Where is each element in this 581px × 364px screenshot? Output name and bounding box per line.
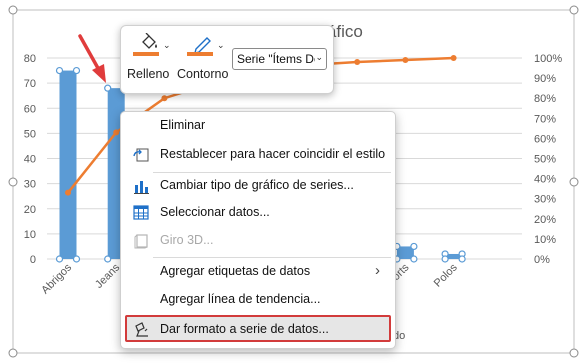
bar[interactable] bbox=[59, 70, 77, 259]
line-marker[interactable] bbox=[450, 55, 457, 61]
line-marker[interactable] bbox=[161, 95, 168, 102]
bar-selection-handle[interactable] bbox=[72, 255, 81, 263]
y-right-tick-label: 100% bbox=[534, 53, 562, 65]
menu-item-change-chart-type[interactable]: Cambiar tipo de gráfico de series... bbox=[121, 174, 395, 198]
y-left-tick-label: 30 bbox=[24, 179, 36, 191]
menu-item-label: Agregar línea de tendencia... bbox=[160, 292, 321, 306]
line-marker[interactable] bbox=[113, 129, 120, 136]
line-marker[interactable] bbox=[402, 57, 409, 64]
outline-dropdown-caret[interactable]: ⌄ bbox=[217, 40, 225, 51]
resize-handle-bottom-right[interactable] bbox=[569, 348, 579, 358]
y-right-tick-label: 70% bbox=[534, 113, 556, 125]
rotation-3d-icon bbox=[134, 234, 148, 249]
menu-item-label: Eliminar bbox=[160, 118, 206, 132]
menu-item-label: Giro 3D... bbox=[160, 233, 214, 247]
menu-item-label: Restablecer para hacer coincidir el esti… bbox=[160, 147, 386, 161]
bar-selection-handle[interactable] bbox=[458, 255, 466, 263]
y-right-tick-label: 60% bbox=[534, 133, 556, 145]
y-left-tick-label: 10 bbox=[24, 229, 36, 241]
y-right-tick-label: 40% bbox=[534, 174, 556, 186]
menu-item-add-trendline[interactable]: Agregar línea de tendencia... bbox=[121, 288, 395, 312]
bar-selection-handle[interactable] bbox=[410, 255, 418, 263]
resize-handle-top-right[interactable] bbox=[569, 5, 579, 15]
menu-item-add-data-labels[interactable]: Agregar etiquetas de datos › bbox=[121, 260, 395, 284]
submenu-arrow-icon: › bbox=[375, 262, 380, 279]
bar-selection-handle[interactable] bbox=[55, 66, 64, 75]
menu-item-format-data-series[interactable]: Dar formato a serie de datos... bbox=[125, 315, 391, 342]
bar-selection-handle[interactable] bbox=[72, 66, 81, 75]
series-selector-dropdown[interactable]: Serie "Ítems De ⌄ bbox=[232, 48, 327, 70]
outline-button[interactable]: ⌄ Contorno bbox=[177, 31, 229, 87]
outline-color-swatch bbox=[187, 52, 213, 56]
y-left-tick-label: 80 bbox=[24, 53, 36, 65]
bar-selection-handle[interactable] bbox=[104, 255, 112, 263]
y-left-tick-label: 0 bbox=[30, 254, 36, 266]
change-chart-type-icon bbox=[134, 181, 149, 194]
bar-selection-handle[interactable] bbox=[441, 255, 449, 263]
reset-style-icon bbox=[133, 148, 149, 162]
annotation-arrow bbox=[78, 34, 106, 83]
x-tick-label: Jeans bbox=[93, 261, 123, 291]
x-tick-label: Polos bbox=[432, 261, 460, 289]
x-tick-label: Abrigos bbox=[39, 261, 74, 296]
line-marker[interactable] bbox=[65, 189, 71, 196]
menu-item-select-data[interactable]: Seleccionar datos... bbox=[121, 201, 395, 225]
y-left-tick-label: 40 bbox=[24, 154, 36, 166]
y-right-tick-label: 50% bbox=[534, 154, 556, 166]
context-menu: Eliminar Restablecer para hacer coincidi… bbox=[120, 111, 396, 349]
bar-selection-handle[interactable] bbox=[410, 242, 418, 251]
y-right-tick-label: 0% bbox=[534, 254, 550, 266]
resize-handle-top-left[interactable] bbox=[8, 5, 18, 15]
menu-item-3d-rotation[interactable]: Giro 3D... bbox=[121, 229, 395, 253]
y-right-tick-label: 90% bbox=[534, 73, 556, 85]
y-left-tick-label: 20 bbox=[24, 204, 36, 216]
format-series-icon bbox=[135, 322, 148, 337]
fill-label: Relleno bbox=[127, 67, 170, 81]
resize-handle-bottom-left[interactable] bbox=[8, 348, 18, 358]
y-axis-left: 0 10 20 30 40 50 60 70 80 bbox=[24, 53, 36, 266]
fill-button[interactable]: ⌄ Relleno bbox=[127, 31, 175, 87]
menu-item-label: Seleccionar datos... bbox=[160, 205, 270, 219]
chevron-down-icon: ⌄ bbox=[315, 52, 323, 62]
menu-separator bbox=[153, 257, 391, 258]
y-left-tick-label: 70 bbox=[24, 78, 36, 90]
y-right-tick-label: 30% bbox=[534, 194, 556, 206]
outline-label: Contorno bbox=[177, 67, 229, 81]
bar-selection-handle[interactable] bbox=[104, 84, 112, 92]
menu-item-label: Agregar etiquetas de datos bbox=[160, 264, 311, 278]
paint-bucket-icon bbox=[142, 33, 157, 49]
fill-color-swatch bbox=[133, 52, 159, 56]
menu-item-label: Cambiar tipo de gráfico de series... bbox=[160, 178, 354, 192]
y-right-tick-label: 80% bbox=[534, 93, 556, 105]
y-left-tick-label: 60 bbox=[24, 103, 36, 115]
format-mini-toolbar: ⌄ Relleno ⌄ Contorno Serie "Ítems De ⌄ bbox=[120, 25, 334, 94]
menu-item-label: Dar formato a serie de datos... bbox=[160, 322, 329, 336]
fill-dropdown-caret[interactable]: ⌄ bbox=[163, 40, 171, 51]
bar-selection-handle[interactable] bbox=[55, 255, 64, 263]
series-selector-value: Serie "Ítems De bbox=[237, 52, 315, 66]
y-left-tick-label: 50 bbox=[24, 128, 36, 140]
menu-item-delete[interactable]: Eliminar bbox=[121, 114, 395, 138]
y-axis-right: 0% 10% 20% 30% 40% 50% 60% 70% 80% 90% 100% bbox=[534, 53, 562, 266]
select-data-icon bbox=[133, 205, 149, 220]
y-right-tick-label: 20% bbox=[534, 214, 556, 226]
menu-item-reset-style[interactable]: Restablecer para hacer coincidir el esti… bbox=[121, 143, 395, 167]
resize-handle-left[interactable] bbox=[8, 177, 18, 187]
menu-separator bbox=[153, 172, 391, 173]
resize-handle-right[interactable] bbox=[569, 177, 579, 187]
y-right-tick-label: 10% bbox=[534, 234, 556, 246]
pen-outline-icon bbox=[194, 37, 211, 53]
line-marker[interactable] bbox=[354, 59, 361, 66]
